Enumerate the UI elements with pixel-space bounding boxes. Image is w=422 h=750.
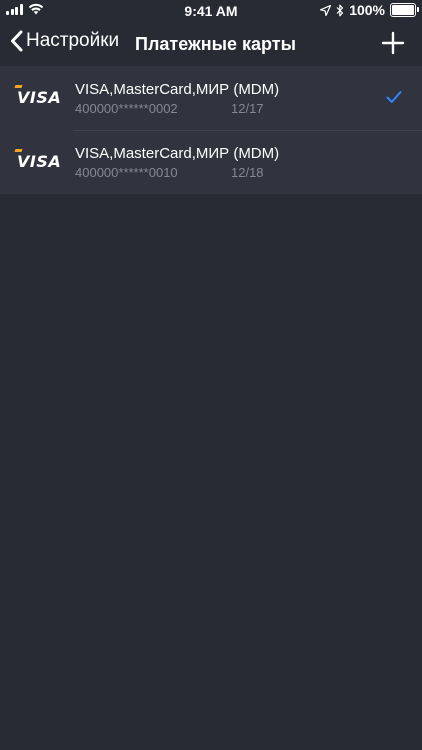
- page-title: Платежные карты: [135, 34, 296, 54]
- bluetooth-icon: [336, 4, 344, 16]
- back-button[interactable]: Настройки: [10, 30, 119, 52]
- location-icon: [320, 4, 332, 16]
- battery-fill: [392, 5, 414, 15]
- card-row[interactable]: VISA VISA,MasterCard,МИР (MDM) 400000***…: [0, 130, 422, 194]
- card-list: VISA VISA,MasterCard,МИР (MDM) 400000***…: [0, 66, 422, 194]
- status-bar: 9:41 AM 100%: [0, 0, 422, 22]
- chevron-left-icon: [11, 30, 23, 52]
- battery-icon: [390, 3, 419, 17]
- back-label: Настройки: [26, 30, 120, 51]
- visa-logo: VISA: [17, 88, 62, 107]
- card-expiry: 12/17: [231, 101, 264, 116]
- card-number: 400000******0010: [75, 165, 178, 180]
- status-right: 100%: [320, 2, 419, 18]
- card-number: 400000******0002: [75, 101, 178, 116]
- battery-percent: 100%: [349, 2, 385, 18]
- visa-logo: VISA: [17, 152, 62, 171]
- plus-icon[interactable]: [380, 30, 406, 56]
- navigation-bar: Настройки Платежные карты: [0, 22, 422, 66]
- card-row[interactable]: VISA VISA,MasterCard,МИР (MDM) 400000***…: [0, 66, 422, 130]
- card-name: VISA,MasterCard,МИР (MDM): [75, 145, 280, 162]
- card-expiry: 12/18: [231, 165, 264, 180]
- checkmark-icon: [386, 91, 402, 103]
- card-name: VISA,MasterCard,МИР (MDM): [75, 81, 280, 98]
